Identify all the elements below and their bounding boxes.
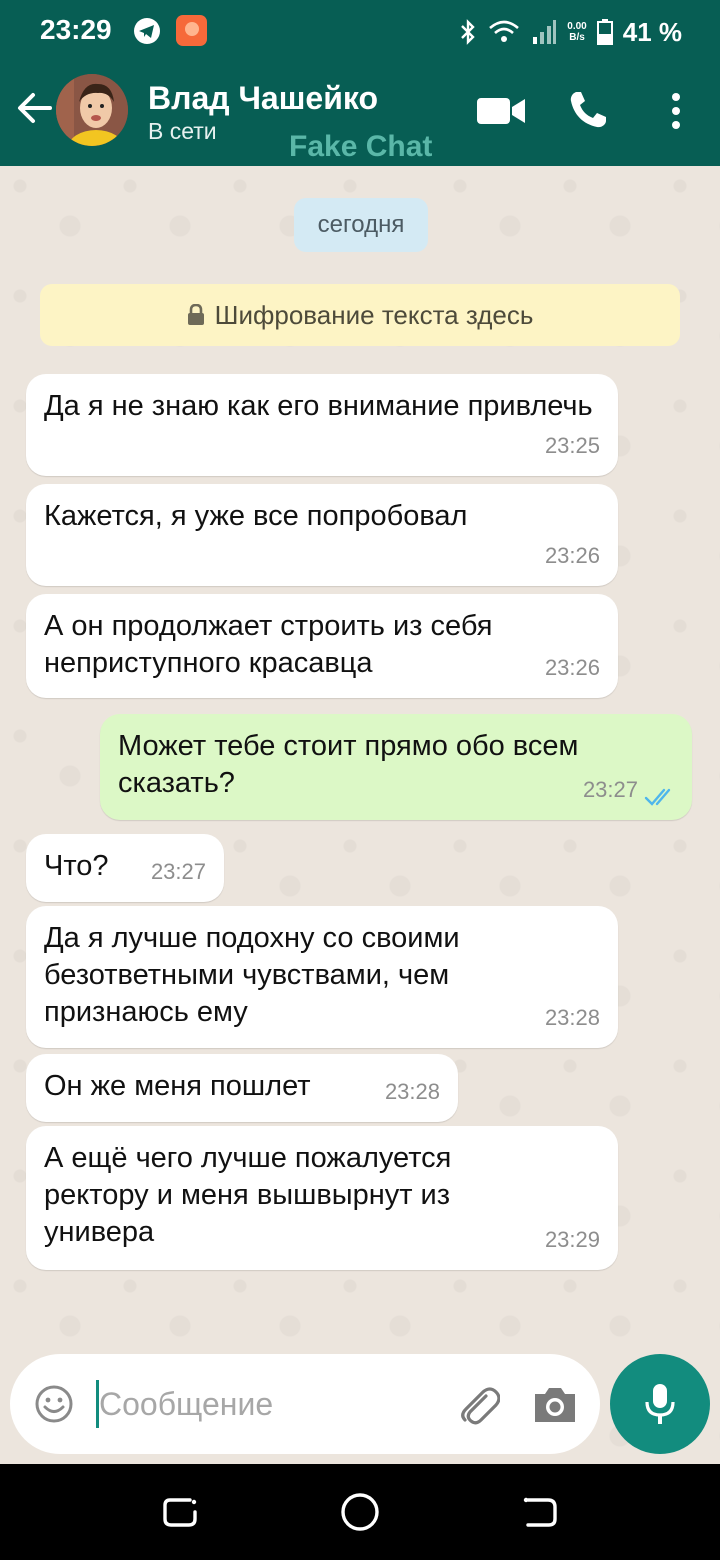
bluetooth-icon xyxy=(461,19,475,45)
message-time: 23:26 xyxy=(544,543,600,568)
message-bubble-outgoing[interactable]: Может тебе стоит прямо обо всем сказать?… xyxy=(100,714,692,820)
message-time: 23:28 xyxy=(544,1005,600,1030)
video-call-icon[interactable] xyxy=(476,94,526,128)
phone-icon[interactable] xyxy=(568,90,608,130)
read-receipt-icon xyxy=(644,788,671,806)
voice-record-button[interactable] xyxy=(610,1354,710,1454)
contact-avatar[interactable] xyxy=(56,74,128,146)
back-arrow-icon[interactable] xyxy=(14,88,54,128)
status-bar: 23:29 0.00 B/s 41 % xyxy=(0,0,720,62)
microphone-icon xyxy=(645,1384,675,1424)
message-time: 23:27 xyxy=(150,859,206,884)
lock-icon xyxy=(187,304,204,325)
message-text: Кажется, я уже все попробовал xyxy=(44,500,468,532)
avatar-photo xyxy=(56,74,128,146)
message-bubble[interactable]: Да я не знаю как его внимание привлечь 2… xyxy=(26,374,618,476)
status-icons: 0.00 B/s 41 % xyxy=(459,12,682,52)
wifi-icon xyxy=(489,20,520,42)
message-time: 23:28 xyxy=(384,1079,440,1104)
home-nav-icon[interactable] xyxy=(340,1492,380,1532)
signal-icon xyxy=(533,20,557,44)
message-text: А он продолжает строить из себя непристу… xyxy=(44,610,493,679)
battery-percent: 41 % xyxy=(622,16,682,47)
chat-header: Влад Чашейко В сети Fake Chat xyxy=(0,62,720,166)
message-bubble[interactable]: Да я лучше подохну со своими безответным… xyxy=(26,906,618,1048)
back-nav-icon[interactable] xyxy=(520,1492,560,1532)
attach-icon[interactable] xyxy=(456,1382,500,1426)
message-text: А ещё чего лучше пожалуется ректору и ме… xyxy=(44,1142,452,1248)
chat-area[interactable]: сегодня Шифрование текста здесь Да я не … xyxy=(0,166,720,1464)
message-text: Да я лучше подохну со своими безответным… xyxy=(44,922,460,1028)
message-bubble[interactable]: Что? 23:27 xyxy=(26,834,224,902)
watermark: Fake Chat xyxy=(289,130,433,163)
message-bubble[interactable]: Кажется, я уже все попробовал 23:26 xyxy=(26,484,618,586)
more-options-icon[interactable] xyxy=(666,92,686,130)
network-speed: 0.00 B/s xyxy=(567,21,587,43)
message-time: 23:27 xyxy=(582,777,638,802)
camera-icon[interactable] xyxy=(532,1382,578,1426)
message-bubble[interactable]: Он же меня пошлет 23:28 xyxy=(26,1054,458,1122)
message-input[interactable] xyxy=(99,1376,439,1432)
date-divider: сегодня xyxy=(294,198,428,252)
message-text: Да я не знаю как его внимание привлечь xyxy=(44,390,593,422)
system-nav-bar xyxy=(0,1464,720,1560)
battery-icon xyxy=(596,19,613,45)
recents-nav-icon[interactable] xyxy=(160,1492,200,1532)
telegram-icon xyxy=(134,18,160,44)
message-time: 23:26 xyxy=(544,655,600,680)
emoji-icon[interactable] xyxy=(34,1384,74,1424)
message-bubble[interactable]: А ещё чего лучше пожалуется ректору и ме… xyxy=(26,1126,618,1270)
status-time: 23:29 xyxy=(40,14,112,45)
message-bubble[interactable]: А он продолжает строить из себя непристу… xyxy=(26,594,618,698)
message-time: 23:25 xyxy=(544,433,600,458)
contact-name[interactable]: Влад Чашейко xyxy=(148,80,378,117)
message-composer xyxy=(10,1354,600,1454)
message-text: Он же меня пошлет xyxy=(44,1070,311,1102)
message-time: 23:29 xyxy=(544,1227,600,1252)
presence-status: В сети xyxy=(148,118,217,144)
notification-app-icon xyxy=(176,15,207,46)
encryption-notice[interactable]: Шифрование текста здесь xyxy=(40,284,680,346)
encryption-text: Шифрование текста здесь xyxy=(214,299,534,330)
